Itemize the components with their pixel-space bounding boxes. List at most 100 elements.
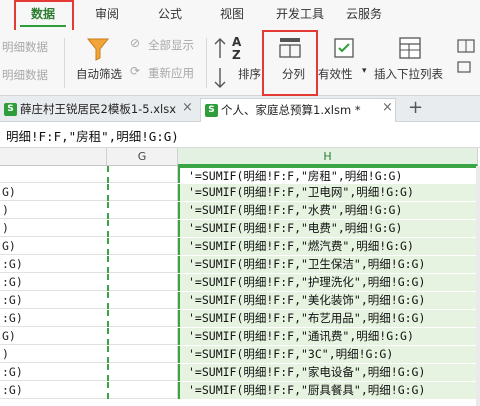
cell-partial[interactable]: :G) [0,382,107,399]
insert-dropdown-list-button[interactable]: 插入下拉列表 [374,32,450,92]
table-row: '=SUMIF(明细!F:F,"房租",明细!G:G) [0,166,480,183]
cell-partial[interactable]: :G) [0,364,107,381]
cell-h[interactable]: '=SUMIF(明细!F:F,"电费",明细!G:G) [178,220,478,237]
sort-az-icon: AZ [232,35,242,62]
document-tab-2-label: 个人、家庭总预算1.xlsm * [221,103,361,117]
show-all-label: 全部显示 [148,38,194,52]
close-icon[interactable]: × [382,100,393,115]
reapply-icon: ⟳ [130,64,141,78]
grid-icon [457,39,475,73]
cell-partial[interactable]: ) [0,202,107,219]
cell-g[interactable] [107,238,178,255]
sort-arrows-icon [214,38,226,88]
ribbon-separator [206,38,207,88]
cell-g[interactable] [107,202,178,219]
split-column-button[interactable]: 分列 [264,32,316,92]
cell-partial[interactable]: ) [0,220,107,237]
table-row: ) '=SUMIF(明细!F:F,"电费",明细!G:G) [0,220,480,237]
tab-data[interactable]: 数据 [14,0,72,30]
table-row: :G) '=SUMIF(明细!F:F,"护理洗化",明细!G:G) [0,274,480,291]
ribbon-cut-label-2: 明细数据 [2,68,48,82]
tab-formulas[interactable]: 公式 [145,0,195,30]
macro-file-icon: S [205,104,218,117]
sort-button[interactable]: AZ 排序 [210,32,262,92]
tab-developer[interactable]: 开发工具 [268,0,332,30]
cell-g[interactable] [107,292,178,309]
cell-h[interactable]: '=SUMIF(明细!F:F,"卫电网",明细!G:G) [178,184,478,201]
validity-button[interactable]: 有效性 ▾ [318,32,372,92]
cell-h[interactable]: '=SUMIF(明细!F:F,"护理洗化",明细!G:G) [178,274,478,291]
document-tab-1[interactable]: S 薛庄村王锐居民2模板1-5.xlsx [0,98,196,122]
table-row: :G) '=SUMIF(明细!F:F,"家电设备",明细!G:G) [0,364,480,381]
cell-g[interactable] [107,382,178,399]
column-header-partial[interactable] [0,148,107,166]
cell-h[interactable]: '=SUMIF(明细!F:F,"家电设备",明细!G:G) [178,364,478,381]
vertical-scrollbar[interactable] [476,166,480,406]
show-all-button[interactable]: ⊘ 全部显示 [130,34,204,54]
cell-h[interactable]: '=SUMIF(明细!F:F,"通讯费",明细!G:G) [178,328,478,345]
menu-bar: 数据 审阅 公式 视图 开发工具 云服务 [0,0,480,30]
cell-partial[interactable]: G) [0,238,107,255]
cell-h[interactable]: '=SUMIF(明细!F:F,"厨具餐具",明细!G:G) [178,382,478,399]
more-ribbon-button[interactable] [456,36,478,88]
insert-dropdown-list-label: 插入下拉列表 [374,67,443,81]
formula-text: 明细!F:F,"房租",明细!G:G) [6,129,179,144]
cell-g[interactable] [107,346,178,363]
auto-filter-label: 自动筛选 [76,67,122,81]
ribbon: 明细数据 明细数据 自动筛选 ⊘ 全部显示 ⟳ 重新应用 A Z 排序 分列 有… [0,30,480,96]
show-all-icon: ⊘ [130,36,141,50]
table-row: :G) '=SUMIF(明细!F:F,"厨具餐具",明细!G:G) [0,382,480,399]
document-tab-2[interactable]: S 个人、家庭总预算1.xlsm * [200,98,396,122]
cell-partial[interactable]: G) [0,328,107,345]
ribbon-separator [64,38,65,88]
table-row: :G) '=SUMIF(明细!F:F,"布艺用品",明细!G:G) [0,310,480,327]
cell-h[interactable]: '=SUMIF(明细!F:F,"房租",明细!G:G) [178,166,478,183]
cell-h[interactable]: '=SUMIF(明细!F:F,"3C",明细!G:G) [178,346,478,363]
cell-partial[interactable]: :G) [0,274,107,291]
table-row: G) '=SUMIF(明细!F:F,"燃汽费",明细!G:G) [0,238,480,255]
cell-h[interactable]: '=SUMIF(明细!F:F,"水费",明细!G:G) [178,202,478,219]
formula-bar[interactable]: 明细!F:F,"房租",明细!G:G) [0,122,480,148]
cell-g[interactable] [107,310,178,327]
column-header-h[interactable]: H [178,148,478,166]
table-row: ) '=SUMIF(明细!F:F,"3C",明细!G:G) [0,346,480,363]
tab-view[interactable]: 视图 [207,0,257,30]
cell-partial[interactable]: ) [0,346,107,363]
ribbon-cut-label-1: 明细数据 [2,40,48,54]
cell-partial[interactable]: G) [0,184,107,201]
cell-g[interactable] [107,220,178,237]
new-tab-icon[interactable]: + [408,97,423,118]
cell-h[interactable]: '=SUMIF(明细!F:F,"燃汽费",明细!G:G) [178,238,478,255]
cell-h[interactable]: '=SUMIF(明细!F:F,"布艺用品",明细!G:G) [178,310,478,327]
tab-review[interactable]: 审阅 [82,0,132,30]
cell-h[interactable]: '=SUMIF(明细!F:F,"美化装饰",明细!G:G) [178,292,478,309]
cell-g[interactable] [107,274,178,291]
cell-g[interactable] [107,364,178,381]
cell-g[interactable] [107,184,178,201]
document-tab-1-label: 薛庄村王锐居民2模板1-5.xlsx [20,102,177,116]
cell-partial[interactable] [0,166,107,183]
table-row: ) '=SUMIF(明细!F:F,"水费",明细!G:G) [0,202,480,219]
dropdown-list-icon [399,37,421,59]
column-header-g[interactable]: G [107,148,178,166]
table-row: G) '=SUMIF(明细!F:F,"通讯费",明细!G:G) [0,328,480,345]
chevron-down-icon: ▾ [362,66,367,76]
cell-grid: '=SUMIF(明细!F:F,"房租",明细!G:G) G) '=SUMIF(明细!… [0,166,480,406]
cell-h[interactable]: '=SUMIF(明细!F:F,"卫生保洁",明细!G:G) [178,256,478,273]
close-icon[interactable]: × [182,100,193,115]
cell-g[interactable] [107,166,178,183]
validity-label: 有效性 [318,67,353,81]
sort-label: 排序 [238,67,261,81]
cell-partial[interactable]: :G) [0,310,107,327]
auto-filter-button[interactable]: 自动筛选 [72,32,128,92]
table-row: G) '=SUMIF(明细!F:F,"卫电网",明细!G:G) [0,184,480,201]
cell-g[interactable] [107,328,178,345]
reapply-button[interactable]: ⟳ 重新应用 [130,62,204,82]
table-row: :G) '=SUMIF(明细!F:F,"美化装饰",明细!G:G) [0,292,480,309]
tab-cloud[interactable]: 云服务 [338,0,390,30]
cell-partial[interactable]: :G) [0,292,107,309]
cell-g[interactable] [107,256,178,273]
cell-partial[interactable]: :G) [0,256,107,273]
filter-icon [86,38,110,61]
spreadsheet-app: 数据 审阅 公式 视图 开发工具 云服务 明细数据 明细数据 自动筛选 ⊘ 全部… [0,0,480,406]
